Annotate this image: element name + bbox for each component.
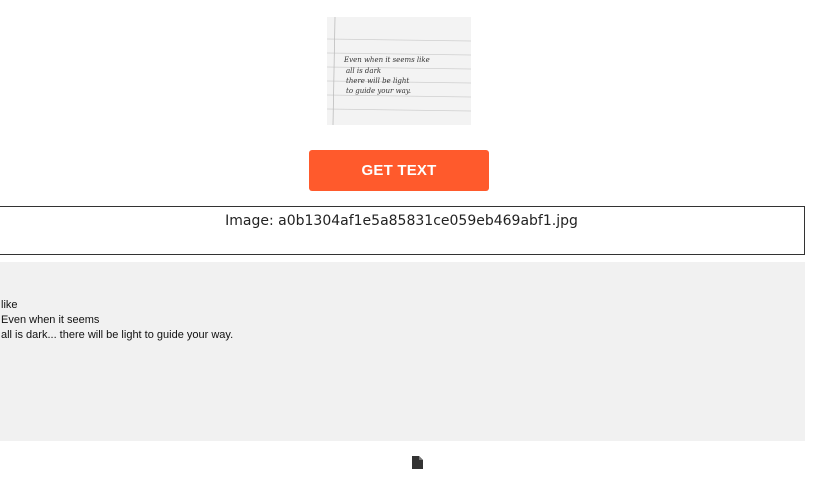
handwriting-line-1: Even when it seems like — [343, 56, 430, 64]
result-line: all is dark... there will be light to gu… — [1, 329, 234, 341]
result-text: like Even when it seems all is dark... t… — [1, 298, 233, 343]
handwriting-line-3: there will be light — [346, 77, 409, 85]
get-text-button[interactable]: GET TEXT — [309, 150, 489, 191]
filename-box: Image: a0b1304af1e5a85831ce059eb469abf1.… — [0, 206, 805, 255]
copy-icon[interactable] — [411, 455, 424, 470]
page: Even when it seems like all is dark ther… — [0, 0, 834, 480]
handwriting-line-2: all is dark — [346, 67, 381, 75]
result-text-area[interactable]: like Even when it seems all is dark... t… — [0, 262, 805, 441]
uploaded-image-thumbnail: Even when it seems like all is dark ther… — [327, 17, 471, 125]
result-line: Even when it seems — [1, 314, 100, 326]
filename-label: Image: a0b1304af1e5a85831ce059eb469abf1.… — [225, 213, 578, 229]
handwriting-line-4: to guide your way. — [346, 87, 411, 95]
handwritten-note-image: Even when it seems like all is dark ther… — [327, 17, 471, 125]
result-line: like — [1, 299, 18, 311]
